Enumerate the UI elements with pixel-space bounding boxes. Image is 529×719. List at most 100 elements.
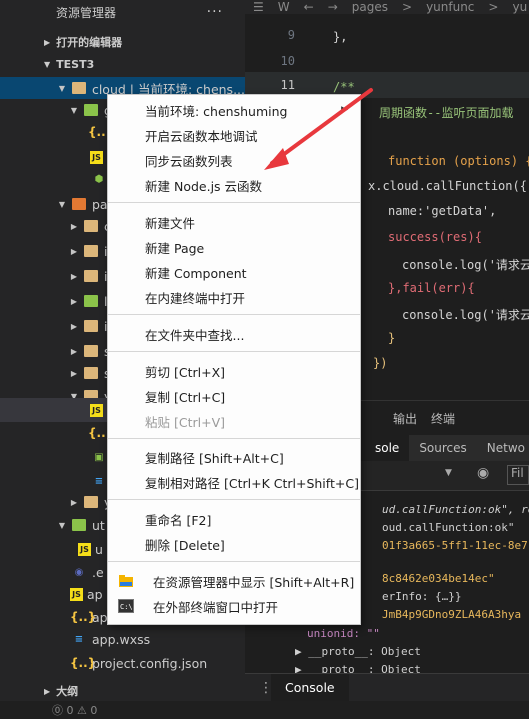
menu-icon[interactable]: ☰ xyxy=(253,0,264,14)
tab-network[interactable]: Netwo xyxy=(477,441,529,455)
code-line: } xyxy=(388,331,396,345)
menu-separator xyxy=(108,351,360,352)
workspace-section[interactable]: ▼ TEST3 xyxy=(0,53,245,75)
menu-item-current-env[interactable]: 当前环境: chenshuming ▶ xyxy=(108,98,360,122)
console-drawer-tab[interactable]: Console xyxy=(271,673,349,702)
js-file-icon: JS xyxy=(90,150,103,164)
console-line: ▶ __proto__: Object xyxy=(295,645,421,658)
menu-item-find-in-folder[interactable]: 在文件夹中查找... xyxy=(108,322,360,346)
breadcrumb: ☰ W ← → pages > yunfunc > yu xyxy=(245,0,529,14)
folder-icon xyxy=(84,367,98,379)
code-line: }) xyxy=(373,356,388,370)
chevron-right-icon: ▶ xyxy=(70,497,78,507)
chevron-right-icon: ▶ xyxy=(70,368,78,378)
folder-icon xyxy=(84,345,98,357)
js-file-icon: JS xyxy=(90,403,103,417)
code-line: x.cloud.callFunction({ xyxy=(368,179,527,193)
eye-icon[interactable]: ◉ xyxy=(477,465,489,481)
wxss-file-icon: ≡ xyxy=(94,475,104,487)
chevron-down-icon: ▼ xyxy=(44,59,51,69)
tab-terminal[interactable]: 终端 xyxy=(431,410,455,427)
folder-icon xyxy=(84,320,98,332)
code-line: }, xyxy=(333,30,348,44)
menu-item-new-page[interactable]: 新建 Page xyxy=(108,235,360,259)
folder-icon xyxy=(119,575,133,587)
json-file-icon: {..} xyxy=(88,125,115,139)
tab-output[interactable]: 输出 xyxy=(393,410,417,427)
word-wrap-icon[interactable]: W xyxy=(278,0,290,14)
menu-separator xyxy=(108,561,360,562)
js-file-icon: JS xyxy=(70,587,83,601)
json-file-icon: {..} xyxy=(70,610,97,624)
menu-item-new-file[interactable]: 新建文件 xyxy=(108,210,360,234)
wxml-file-icon: ▣ xyxy=(94,451,104,463)
menu-separator xyxy=(108,499,360,500)
folder-icon xyxy=(84,270,98,282)
menu-item-rename[interactable]: 重命名 [F2] xyxy=(108,507,360,531)
chevron-right-icon: ▶ xyxy=(44,686,51,696)
console-line: 01f3a665-5ff1-11ec-8e7 xyxy=(382,539,528,552)
menu-item-new-component[interactable]: 新建 Component xyxy=(108,260,360,284)
open-editors-section[interactable]: ▶ 打开的编辑器 xyxy=(0,31,245,53)
menu-item-local-debug[interactable]: 开启云函数本地调试 xyxy=(108,123,360,147)
breadcrumb-item[interactable]: yunfunc xyxy=(426,0,474,14)
json-file-icon: {..} xyxy=(88,426,115,440)
breadcrumb-item[interactable]: pages xyxy=(352,0,388,14)
menu-item-paste[interactable]: 粘贴 [Ctrl+V] xyxy=(108,409,360,433)
node-file-icon: ⬢ xyxy=(94,173,104,185)
forward-icon[interactable]: → xyxy=(328,0,338,14)
menu-item-reveal-in-explorer[interactable]: 在资源管理器中显示 [Shift+Alt+R] xyxy=(108,569,360,593)
menu-item-open-terminal[interactable]: 在内建终端中打开 xyxy=(108,285,360,309)
tree-item-file[interactable]: {..} project.config.json xyxy=(0,652,245,674)
folder-icon xyxy=(71,82,86,94)
code-line: },fail(err){ xyxy=(388,281,475,295)
terminal-icon: C:\ xyxy=(118,599,134,613)
json-file-icon: {..} xyxy=(70,656,97,670)
back-icon[interactable]: ← xyxy=(304,0,314,14)
line-number: 11 xyxy=(280,78,295,92)
folder-icon xyxy=(84,496,98,508)
breadcrumb-item[interactable]: yu xyxy=(512,0,527,14)
tree-item-file[interactable]: ≡ app.wxss xyxy=(0,628,245,650)
folder-icon xyxy=(84,220,98,232)
chevron-down-icon: ▼ xyxy=(58,83,66,93)
console-line: erInfo: {…}} xyxy=(382,590,462,603)
more-actions-icon[interactable]: ··· xyxy=(207,4,223,20)
code-line: success(res){ xyxy=(388,230,482,244)
menu-separator xyxy=(108,438,360,439)
svg-text:C:\: C:\ xyxy=(120,603,133,611)
code-line: function (options) { xyxy=(388,154,529,168)
code-line: name:'getData', xyxy=(388,204,497,218)
more-vertical-icon[interactable]: ⋮ xyxy=(259,680,273,696)
menu-item-copy-path[interactable]: 复制路径 [Shift+Alt+C] xyxy=(108,445,360,469)
menu-item-sync-functions[interactable]: 同步云函数列表 xyxy=(108,148,360,172)
console-line: ud.callFunction:ok", re xyxy=(382,503,529,516)
code-line: console.log('请求云 xyxy=(402,258,529,272)
folder-icon xyxy=(72,198,86,210)
folder-icon xyxy=(84,245,98,257)
line-number: 9 xyxy=(287,28,295,42)
filter-input[interactable]: Fil xyxy=(507,465,529,485)
dropdown-arrow-icon[interactable]: ▼ xyxy=(445,468,452,478)
menu-item-copy-relative-path[interactable]: 复制相对路径 [Ctrl+K Ctrl+Shift+C] xyxy=(108,470,360,494)
menu-item-copy[interactable]: 复制 [Ctrl+C] xyxy=(108,384,360,408)
menu-separator xyxy=(108,202,360,203)
submenu-arrow-icon: ▶ xyxy=(341,105,348,115)
tab-sources[interactable]: Sources xyxy=(409,441,476,455)
code-line: 周期函数--监听页面加载 xyxy=(379,106,514,120)
wxss-file-icon: ≡ xyxy=(74,633,84,645)
problems-status[interactable]: ⓪ 0 ⚠ 0 xyxy=(52,702,97,718)
menu-item-cut[interactable]: 剪切 [Ctrl+X] xyxy=(108,359,360,383)
console-line: oud.callFunction:ok" xyxy=(382,521,515,534)
console-line: unionid: "" xyxy=(307,627,380,640)
context-menu: 当前环境: chenshuming ▶ 开启云函数本地调试 同步云函数列表 新建… xyxy=(107,94,361,625)
menu-item-open-external-terminal[interactable]: C:\ 在外部终端窗口中打开 xyxy=(108,594,360,618)
chevron-right-icon: ▶ xyxy=(70,271,78,281)
status-bar: ⓪ 0 ⚠ 0 xyxy=(0,701,529,719)
chevron-right-icon: ▶ xyxy=(70,346,78,356)
menu-item-delete[interactable]: 删除 [Delete] xyxy=(108,532,360,556)
console-drawer-bar: ⋮ Console xyxy=(245,673,529,702)
outline-section[interactable]: ▶ 大纲 xyxy=(0,680,245,702)
chevron-right-icon: ▶ xyxy=(70,296,78,306)
menu-item-new-node-function[interactable]: 新建 Node.js 云函数 xyxy=(108,173,360,197)
